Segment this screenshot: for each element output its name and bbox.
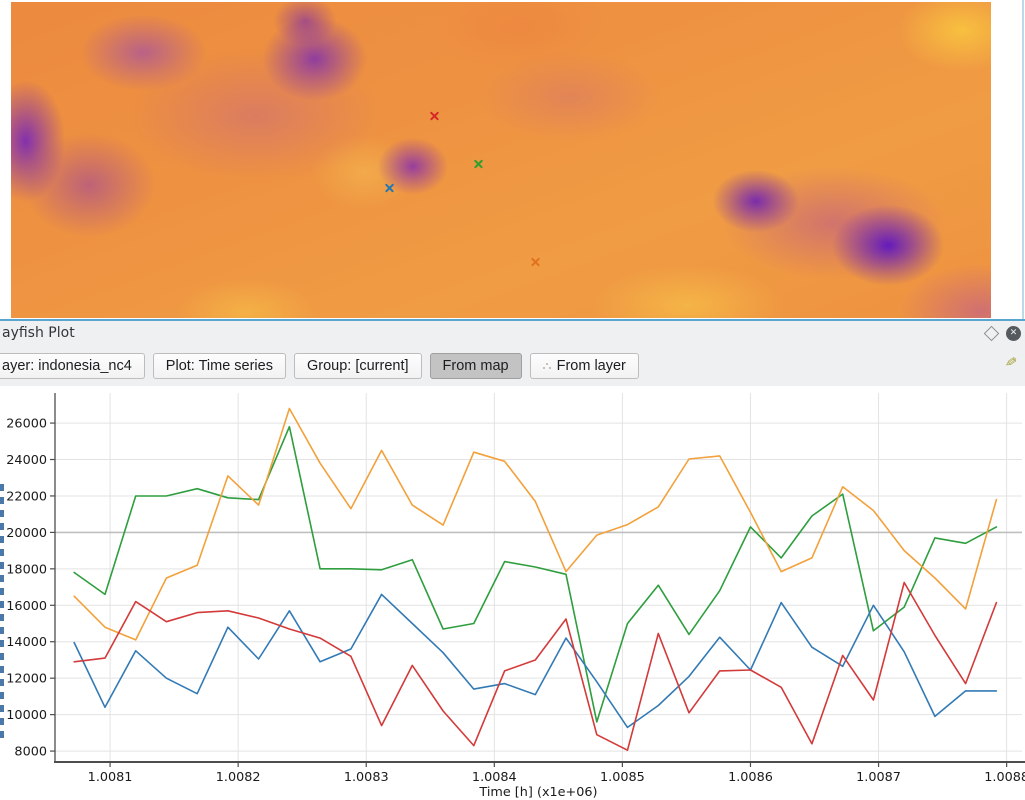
raster-layer-heatmap[interactable] xyxy=(11,2,991,318)
close-panel-icon[interactable]: ✕ xyxy=(1006,326,1021,341)
from-layer-icon xyxy=(543,362,551,370)
y-axis-title-clipped xyxy=(0,484,4,744)
svg-text:1.0083: 1.0083 xyxy=(344,770,389,785)
series-red xyxy=(74,583,996,751)
x-axis-title: Time [h] (x1e+06) xyxy=(478,785,597,800)
svg-text:1.0087: 1.0087 xyxy=(856,770,901,785)
map-marker-orange xyxy=(531,258,540,267)
svg-text:1.0085: 1.0085 xyxy=(600,770,645,785)
from-layer-button[interactable]: From layer xyxy=(530,353,639,379)
svg-text:26000: 26000 xyxy=(6,417,47,432)
svg-text:18000: 18000 xyxy=(6,562,47,577)
time-series-chart[interactable]: 8000 10000 12000 14000 16000 18000 20000 22000 2… xyxy=(0,386,1025,800)
svg-text:1.0088: 1.0088 xyxy=(984,770,1025,785)
map-canvas-border-right xyxy=(1022,0,1024,319)
pen-icon[interactable]: ✎ xyxy=(1004,354,1018,372)
svg-text:1.0084: 1.0084 xyxy=(472,770,517,785)
map-marker-green xyxy=(474,160,483,169)
series-blue xyxy=(74,594,996,727)
crayfish-plot-panel: ayfish Plot ✕ ayer: indonesia_nc4 Plot: … xyxy=(0,321,1025,800)
svg-text:12000: 12000 xyxy=(6,672,47,687)
map-marker-blue xyxy=(385,184,394,193)
float-panel-icon[interactable] xyxy=(984,326,1000,342)
plot-type-button[interactable]: Plot: Time series xyxy=(153,353,286,379)
from-map-button[interactable]: From map xyxy=(430,353,522,379)
panel-toolbar: ayer: indonesia_nc4 Plot: Time series Gr… xyxy=(0,348,1025,384)
svg-text:8000: 8000 xyxy=(14,745,47,760)
svg-text:24000: 24000 xyxy=(6,453,47,468)
svg-text:1.0086: 1.0086 xyxy=(728,770,773,785)
map-canvas[interactable] xyxy=(0,0,1025,322)
svg-text:1.0082: 1.0082 xyxy=(216,770,261,785)
svg-text:10000: 10000 xyxy=(6,708,47,723)
svg-text:16000: 16000 xyxy=(6,599,47,614)
panel-title: ayfish Plot xyxy=(2,325,75,341)
svg-text:22000: 22000 xyxy=(6,489,47,504)
svg-text:14000: 14000 xyxy=(6,635,47,650)
map-marker-red xyxy=(430,112,439,121)
panel-titlebar[interactable]: ayfish Plot ✕ xyxy=(0,321,1025,348)
svg-text:1.0081: 1.0081 xyxy=(88,770,133,785)
layer-select-button[interactable]: ayer: indonesia_nc4 xyxy=(0,353,145,379)
svg-text:20000: 20000 xyxy=(6,526,47,541)
chart-svg[interactable]: 8000 10000 12000 14000 16000 18000 20000 22000 2… xyxy=(0,386,1025,800)
group-select-button[interactable]: Group: [current] xyxy=(294,353,422,379)
